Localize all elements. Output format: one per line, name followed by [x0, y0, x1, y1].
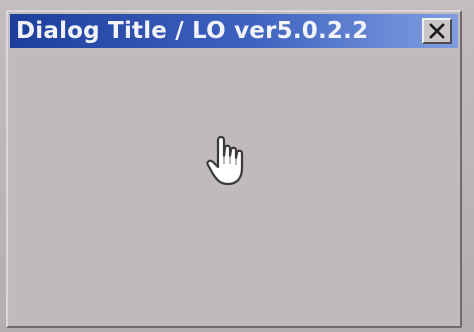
- screen: Dialog Title / LO ver5.0.2.2: [0, 0, 474, 332]
- hand-pointer-cursor-icon: [206, 135, 244, 186]
- close-button[interactable]: [422, 18, 452, 44]
- dialog-title: Dialog Title / LO ver5.0.2.2: [16, 18, 369, 44]
- dialog-titlebar[interactable]: Dialog Title / LO ver5.0.2.2: [10, 14, 458, 48]
- close-icon: [429, 23, 445, 39]
